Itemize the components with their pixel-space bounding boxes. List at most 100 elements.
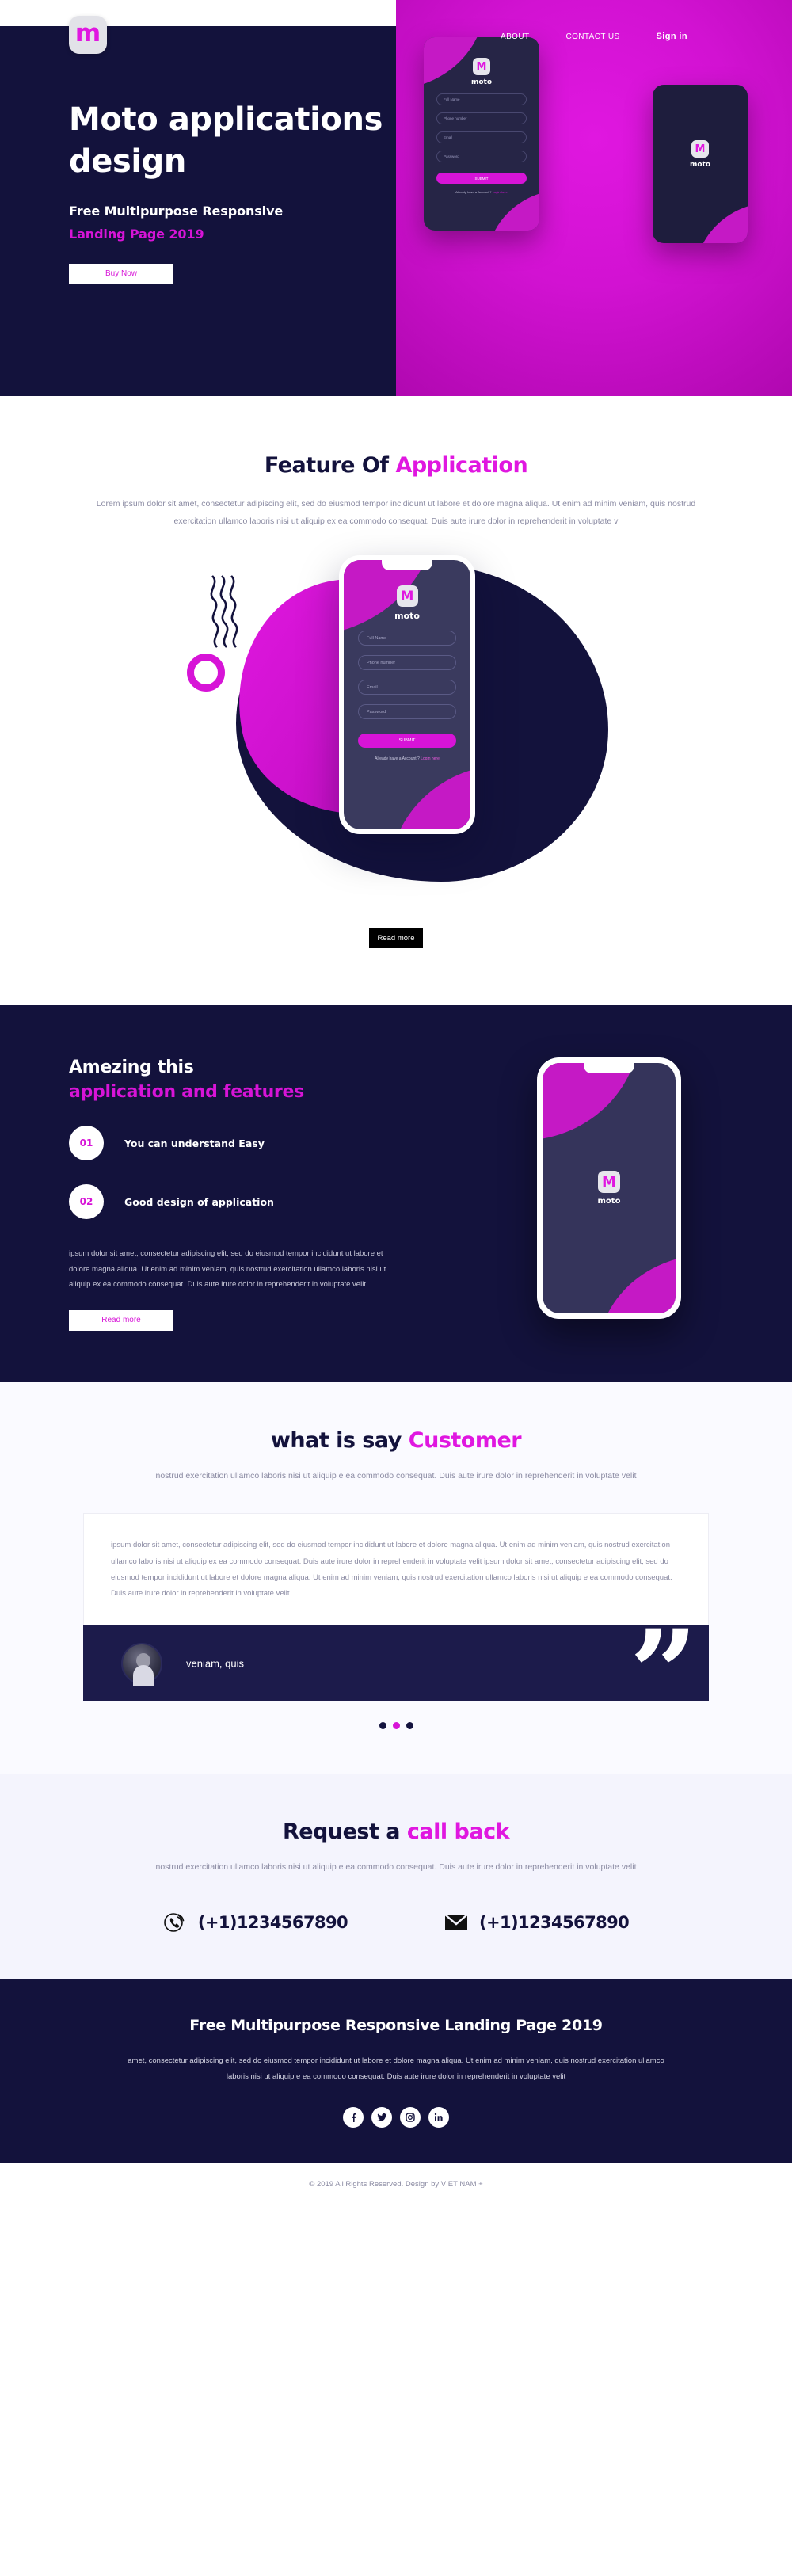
fullname-input[interactable]: Full Name: [358, 631, 456, 646]
login-link[interactable]: Login here: [421, 756, 440, 761]
feature-read-more-button[interactable]: Read more: [369, 928, 423, 949]
twitter-icon[interactable]: [371, 2106, 392, 2128]
feature-number-badge: 02: [69, 1184, 104, 1220]
social-links: [0, 2106, 792, 2128]
contact-email[interactable]: (+1)1234567890: [444, 1912, 630, 1932]
app-logo-icon: M: [598, 1171, 620, 1194]
feature-item-label: You can understand Easy: [124, 1137, 265, 1149]
contact-row: (+1)1234567890 (+1)1234567890: [0, 1911, 792, 1934]
phone-notch: [584, 1063, 634, 1074]
testimonial-subtitle: nostrud exercitation ullamco laboris nis…: [155, 1471, 637, 1481]
feature-illustration: M moto Full Name Phone number Email Pass…: [0, 547, 792, 928]
amezing-title-line1: Amezing this: [69, 1057, 194, 1078]
phone-number: (+1)1234567890: [197, 1912, 348, 1932]
login-hint-text: Already have a Account ?: [455, 190, 492, 194]
twitter-glyph: [376, 2113, 387, 2121]
carousel-dot-2-active[interactable]: [392, 1721, 400, 1729]
nav-item-sign-in[interactable]: Sign in: [657, 32, 687, 41]
footer-section: Free Multipurpose Responsive Landing Pag…: [0, 1978, 792, 2163]
wave-lines-icon: [210, 575, 238, 649]
fullname-input[interactable]: Full Name: [436, 93, 527, 105]
amezing-feature-item-2: 02 Good design of application: [69, 1184, 409, 1220]
carousel-dot-1[interactable]: [379, 1721, 386, 1729]
email-phone-number: (+1)1234567890: [479, 1912, 630, 1932]
amezing-feature-item-1: 01 You can understand Easy: [69, 1126, 409, 1161]
footer-paragraph: amet, consectetur adipiscing elit, sed d…: [128, 2056, 664, 2081]
login-hint: Already have a Account ? Login here: [436, 190, 527, 194]
phone-blob-bottom: [487, 189, 539, 231]
screen-blob-bottom: [598, 1255, 676, 1314]
quote-mark-icon: ”: [629, 1625, 698, 1701]
linkedin-glyph: [434, 2113, 443, 2121]
submit-button[interactable]: SUBMIT: [436, 173, 527, 184]
hero-magenta-panel: M moto M moto Full Name Phone number Ema…: [396, 0, 792, 396]
testimonial-title-plain: what is say: [270, 1428, 409, 1454]
amezing-phone-mockup: M moto: [537, 1057, 681, 1320]
feature-number-badge: 01: [69, 1126, 104, 1161]
nav-item-contact-us[interactable]: CONTACT US: [565, 32, 619, 41]
app-logo-icon: M: [396, 585, 418, 608]
copyright-bar: © 2019 All Rights Reserved. Design by VI…: [0, 2162, 792, 2204]
feature-phone-mockup: M moto Full Name Phone number Email Pass…: [339, 555, 475, 835]
hero-phone-primary: M moto Full Name Phone number Email Pass…: [424, 37, 539, 231]
hero-phone-secondary: M moto: [653, 85, 748, 243]
app-logo-icon: M: [473, 58, 490, 75]
brand-logo-letter: m: [74, 18, 101, 48]
amezing-section: Amezing this application and features 01…: [0, 1005, 792, 1383]
ring-decoration: [187, 654, 225, 692]
testimonial-title: what is say Customer: [0, 1428, 792, 1453]
email-input[interactable]: Email: [436, 131, 527, 143]
feature-item-label: Good design of application: [124, 1195, 274, 1208]
phone-input[interactable]: Phone number: [358, 655, 456, 671]
hero-subtitle: Free Multipurpose Responsive: [69, 203, 284, 219]
main-navigation: ABOUT CONTACT US Sign in: [396, 26, 792, 47]
amezing-paragraph: ipsum dolor sit amet, consectetur adipis…: [69, 1249, 386, 1290]
app-name-label: moto: [689, 161, 711, 169]
app-name-label: moto: [597, 1197, 621, 1206]
buy-now-button[interactable]: Buy Now: [69, 263, 173, 284]
feature-paragraph: Lorem ipsum dolor sit amet, consectetur …: [96, 499, 696, 527]
feature-title-accent: Application: [395, 453, 528, 478]
facebook-icon[interactable]: [343, 2106, 364, 2128]
app-name-label: moto: [394, 611, 420, 622]
login-link[interactable]: Login here: [493, 190, 508, 194]
password-input[interactable]: Password: [436, 151, 527, 162]
app-logo-icon: M: [691, 140, 709, 158]
nav-item-about[interactable]: ABOUT: [501, 32, 529, 41]
phone-blob-bottom: [695, 202, 748, 243]
submit-button[interactable]: SUBMIT: [358, 734, 456, 749]
password-input[interactable]: Password: [358, 704, 456, 720]
testimonial-quote: ipsum dolor sit amet, consectetur adipis…: [111, 1541, 672, 1599]
phone-input[interactable]: Phone number: [436, 112, 527, 124]
screen-blob-bottom: [390, 764, 470, 830]
amezing-inner: Amezing this application and features 01…: [0, 1057, 792, 1331]
testimonial-author-name: veniam, quis: [186, 1657, 244, 1670]
phone-form: M moto Full Name Phone number Email Pass…: [344, 560, 470, 761]
phone-notch: [382, 560, 432, 571]
app-name-label: moto: [470, 78, 493, 86]
login-hint-text: Already have a Account ?: [375, 756, 420, 762]
hero-subtitle-accent: Landing Page 2019: [69, 226, 204, 242]
contact-phone[interactable]: (+1)1234567890: [163, 1911, 348, 1934]
carousel-dot-3[interactable]: [406, 1721, 413, 1729]
feature-title-plain: Feature Of: [264, 453, 396, 478]
callback-title-plain: Request a: [282, 1819, 407, 1844]
phone-primary-content: M moto Full Name Phone number Email Pass…: [424, 37, 539, 194]
linkedin-icon[interactable]: [428, 2106, 449, 2128]
instagram-icon[interactable]: [400, 2106, 421, 2128]
callback-subtitle: nostrud exercitation ullamco laboris nis…: [155, 1862, 637, 1872]
phone-screen: M moto: [543, 1063, 676, 1314]
carousel-dots: [0, 1721, 792, 1729]
hero-copy: Moto applications design Free Multipurpo…: [69, 99, 402, 284]
avatar: [121, 1642, 162, 1686]
email-input[interactable]: Email: [358, 680, 456, 695]
amezing-read-more-button[interactable]: Read more: [69, 1309, 173, 1331]
hero-section: M moto M moto Full Name Phone number Ema…: [0, 0, 792, 396]
envelope-icon: [444, 1913, 468, 1930]
feature-section: Feature Of Application Lorem ipsum dolor…: [0, 396, 792, 1006]
phone-branding: M moto: [543, 1171, 676, 1206]
testimonial-section: what is say Customer nostrud exercitatio…: [0, 1382, 792, 1774]
brand-logo[interactable]: m: [69, 16, 107, 54]
phone-secondary-content: M moto: [653, 85, 748, 169]
phone-ringing-icon: [164, 1913, 185, 1932]
